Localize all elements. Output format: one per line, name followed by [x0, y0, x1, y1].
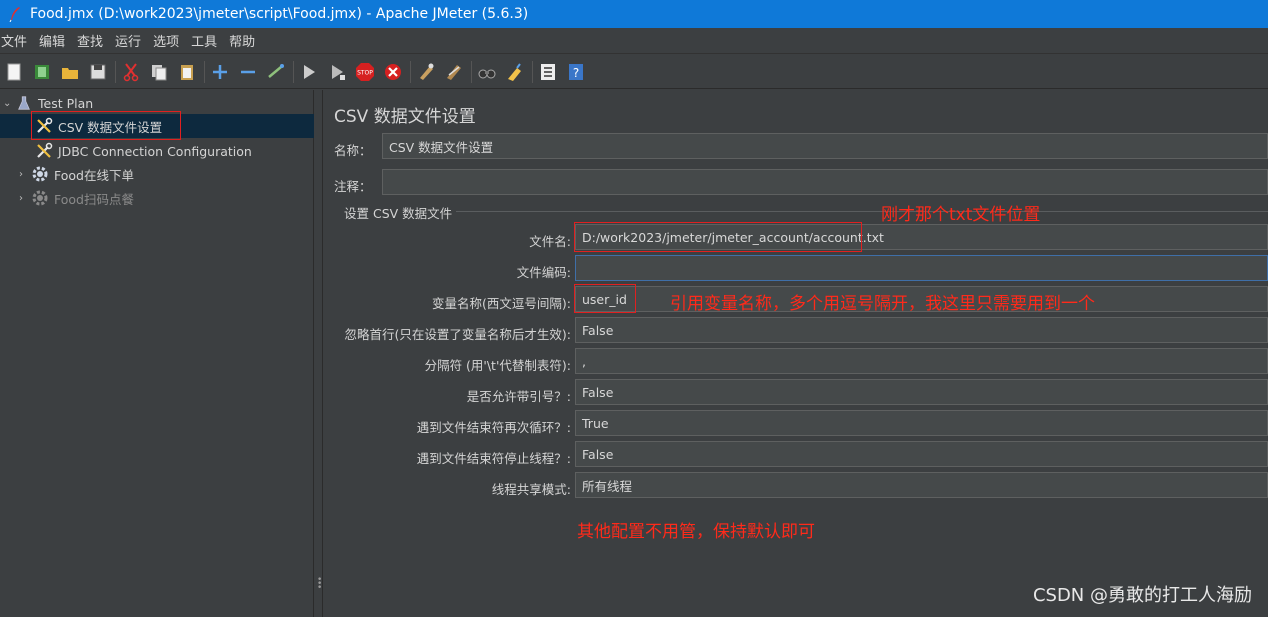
function-helper-icon[interactable] — [537, 61, 559, 83]
svg-text:?: ? — [573, 66, 579, 80]
toolbar: STOP ? — [0, 55, 1268, 89]
annotation-other-note: 其他配置不用管，保持默认即可 — [577, 522, 815, 542]
thread-group-gear-icon — [31, 189, 49, 207]
ignore-first-line-select[interactable]: False — [575, 317, 1268, 343]
allow-quoted-label: 是否允许带引号？: — [466, 389, 571, 404]
filename-label: 文件名: — [529, 234, 571, 249]
collapsed-chevron-icon[interactable]: › — [19, 169, 31, 180]
menu-run[interactable]: 运行 — [114, 31, 148, 50]
collapsed-chevron-icon[interactable]: › — [19, 193, 31, 204]
start-icon[interactable] — [298, 61, 320, 83]
menu-bar: 文件 编辑 查找 运行 选项 工具 帮助 — [0, 28, 1268, 54]
menu-search[interactable]: 查找 — [76, 31, 110, 50]
tree-node-label: JDBC Connection Configuration — [58, 143, 252, 159]
window-title: Food.jmx (D:\work2023\jmeter\script\Food… — [30, 6, 529, 22]
variable-names-label: 变量名称(西文逗号间隔): — [432, 296, 571, 311]
csv-config-panel: CSV 数据文件设置 名称： CSV 数据文件设置 注释： 设置 CSV 数据文… — [324, 90, 1268, 617]
thread-group-gear-icon — [31, 165, 49, 183]
comment-input[interactable] — [382, 169, 1268, 195]
file-encoding-input[interactable] — [575, 255, 1268, 281]
panel-title: CSV 数据文件设置 — [334, 107, 476, 127]
jmeter-feather-icon — [9, 7, 20, 22]
name-label: 名称： — [334, 143, 372, 158]
clear-all-icon[interactable] — [443, 61, 465, 83]
save-icon[interactable] — [87, 61, 109, 83]
collapse-icon[interactable] — [237, 61, 259, 83]
toolbar-separator — [293, 60, 294, 83]
delimiter-input[interactable]: , — [575, 348, 1268, 374]
menu-edit[interactable]: 编辑 — [38, 31, 72, 50]
csdn-watermark: CSDN @勇敢的打工人海励 — [1032, 585, 1252, 606]
panel-splitter[interactable]: • • • — [315, 90, 323, 617]
start-no-pause-icon[interactable] — [326, 61, 348, 83]
recycle-on-eof-label: 遇到文件结束符再次循环？: — [416, 420, 571, 435]
tree-node-jdbc-config[interactable]: JDBC Connection Configuration — [35, 140, 252, 162]
group-border — [456, 211, 1268, 212]
annotation-variable-note: 引用变量名称，多个用逗号隔开，我这里只需要用到一个 — [670, 294, 1095, 314]
clear-icon[interactable] — [415, 61, 437, 83]
name-input[interactable]: CSV 数据文件设置 — [382, 133, 1268, 159]
test-plan-flask-icon — [15, 94, 33, 112]
delimiter-label: 分隔符 (用'\t'代替制表符): — [424, 358, 571, 373]
search-icon[interactable] — [476, 61, 498, 83]
stop-thread-on-eof-label: 遇到文件结束符停止线程？: — [416, 451, 571, 466]
new-icon[interactable] — [3, 61, 25, 83]
templates-icon[interactable] — [31, 61, 53, 83]
tree-node-label: Food扫码点餐 — [54, 191, 134, 207]
paste-icon[interactable] — [176, 61, 198, 83]
toolbar-separator — [115, 60, 116, 83]
cut-icon[interactable] — [120, 61, 142, 83]
reset-search-icon[interactable] — [504, 61, 526, 83]
tree-node-thread-group-1[interactable]: › Food在线下单 — [19, 163, 134, 185]
open-icon[interactable] — [59, 61, 81, 83]
toggle-icon[interactable] — [265, 61, 287, 83]
menu-file[interactable]: 文件 — [0, 31, 34, 50]
tree-node-label: Food在线下单 — [54, 167, 134, 183]
menu-help[interactable]: 帮助 — [228, 31, 262, 50]
test-plan-tree: ⌄ Test Plan CSV 数据文件设置 JDBC Connection C… — [0, 90, 314, 617]
annotation-filename-note: 刚才那个txt文件位置 — [881, 205, 1041, 225]
toolbar-separator — [532, 60, 533, 83]
menu-options[interactable]: 选项 — [152, 31, 186, 50]
config-tools-icon — [35, 142, 53, 160]
file-encoding-label: 文件编码: — [516, 265, 571, 280]
stop-thread-on-eof-select[interactable]: False — [575, 441, 1268, 467]
expanded-chevron-icon[interactable]: ⌄ — [3, 98, 15, 109]
stop-icon[interactable]: STOP — [354, 61, 376, 83]
comment-label: 注释： — [334, 179, 372, 194]
tree-node-thread-group-2[interactable]: › Food扫码点餐 — [19, 187, 134, 209]
toolbar-separator — [471, 60, 472, 83]
annotation-box-csv-node — [31, 111, 181, 140]
ignore-first-line-label: 忽略首行(只在设置了变量名称后才生效): — [344, 327, 571, 342]
shutdown-icon[interactable] — [382, 61, 404, 83]
copy-icon[interactable] — [148, 61, 170, 83]
allow-quoted-select[interactable]: False — [575, 379, 1268, 405]
expand-icon[interactable] — [209, 61, 231, 83]
help-icon[interactable]: ? — [565, 61, 587, 83]
recycle-on-eof-select[interactable]: True — [575, 410, 1268, 436]
sharing-mode-select[interactable]: 所有线程 — [575, 472, 1268, 498]
toolbar-separator — [204, 60, 205, 83]
csv-group-title: 设置 CSV 数据文件 — [342, 203, 455, 222]
window-titlebar: Food.jmx (D:\work2023\jmeter\script\Food… — [0, 0, 1268, 28]
splitter-grip[interactable]: • • • — [317, 576, 322, 593]
svg-text:STOP: STOP — [357, 69, 373, 76]
annotation-box-filename — [574, 222, 862, 252]
tree-node-label: Test Plan — [38, 95, 94, 111]
toolbar-separator — [410, 60, 411, 83]
annotation-box-variable — [574, 284, 636, 313]
menu-tools[interactable]: 工具 — [190, 31, 224, 50]
sharing-mode-label: 线程共享模式: — [491, 482, 571, 497]
